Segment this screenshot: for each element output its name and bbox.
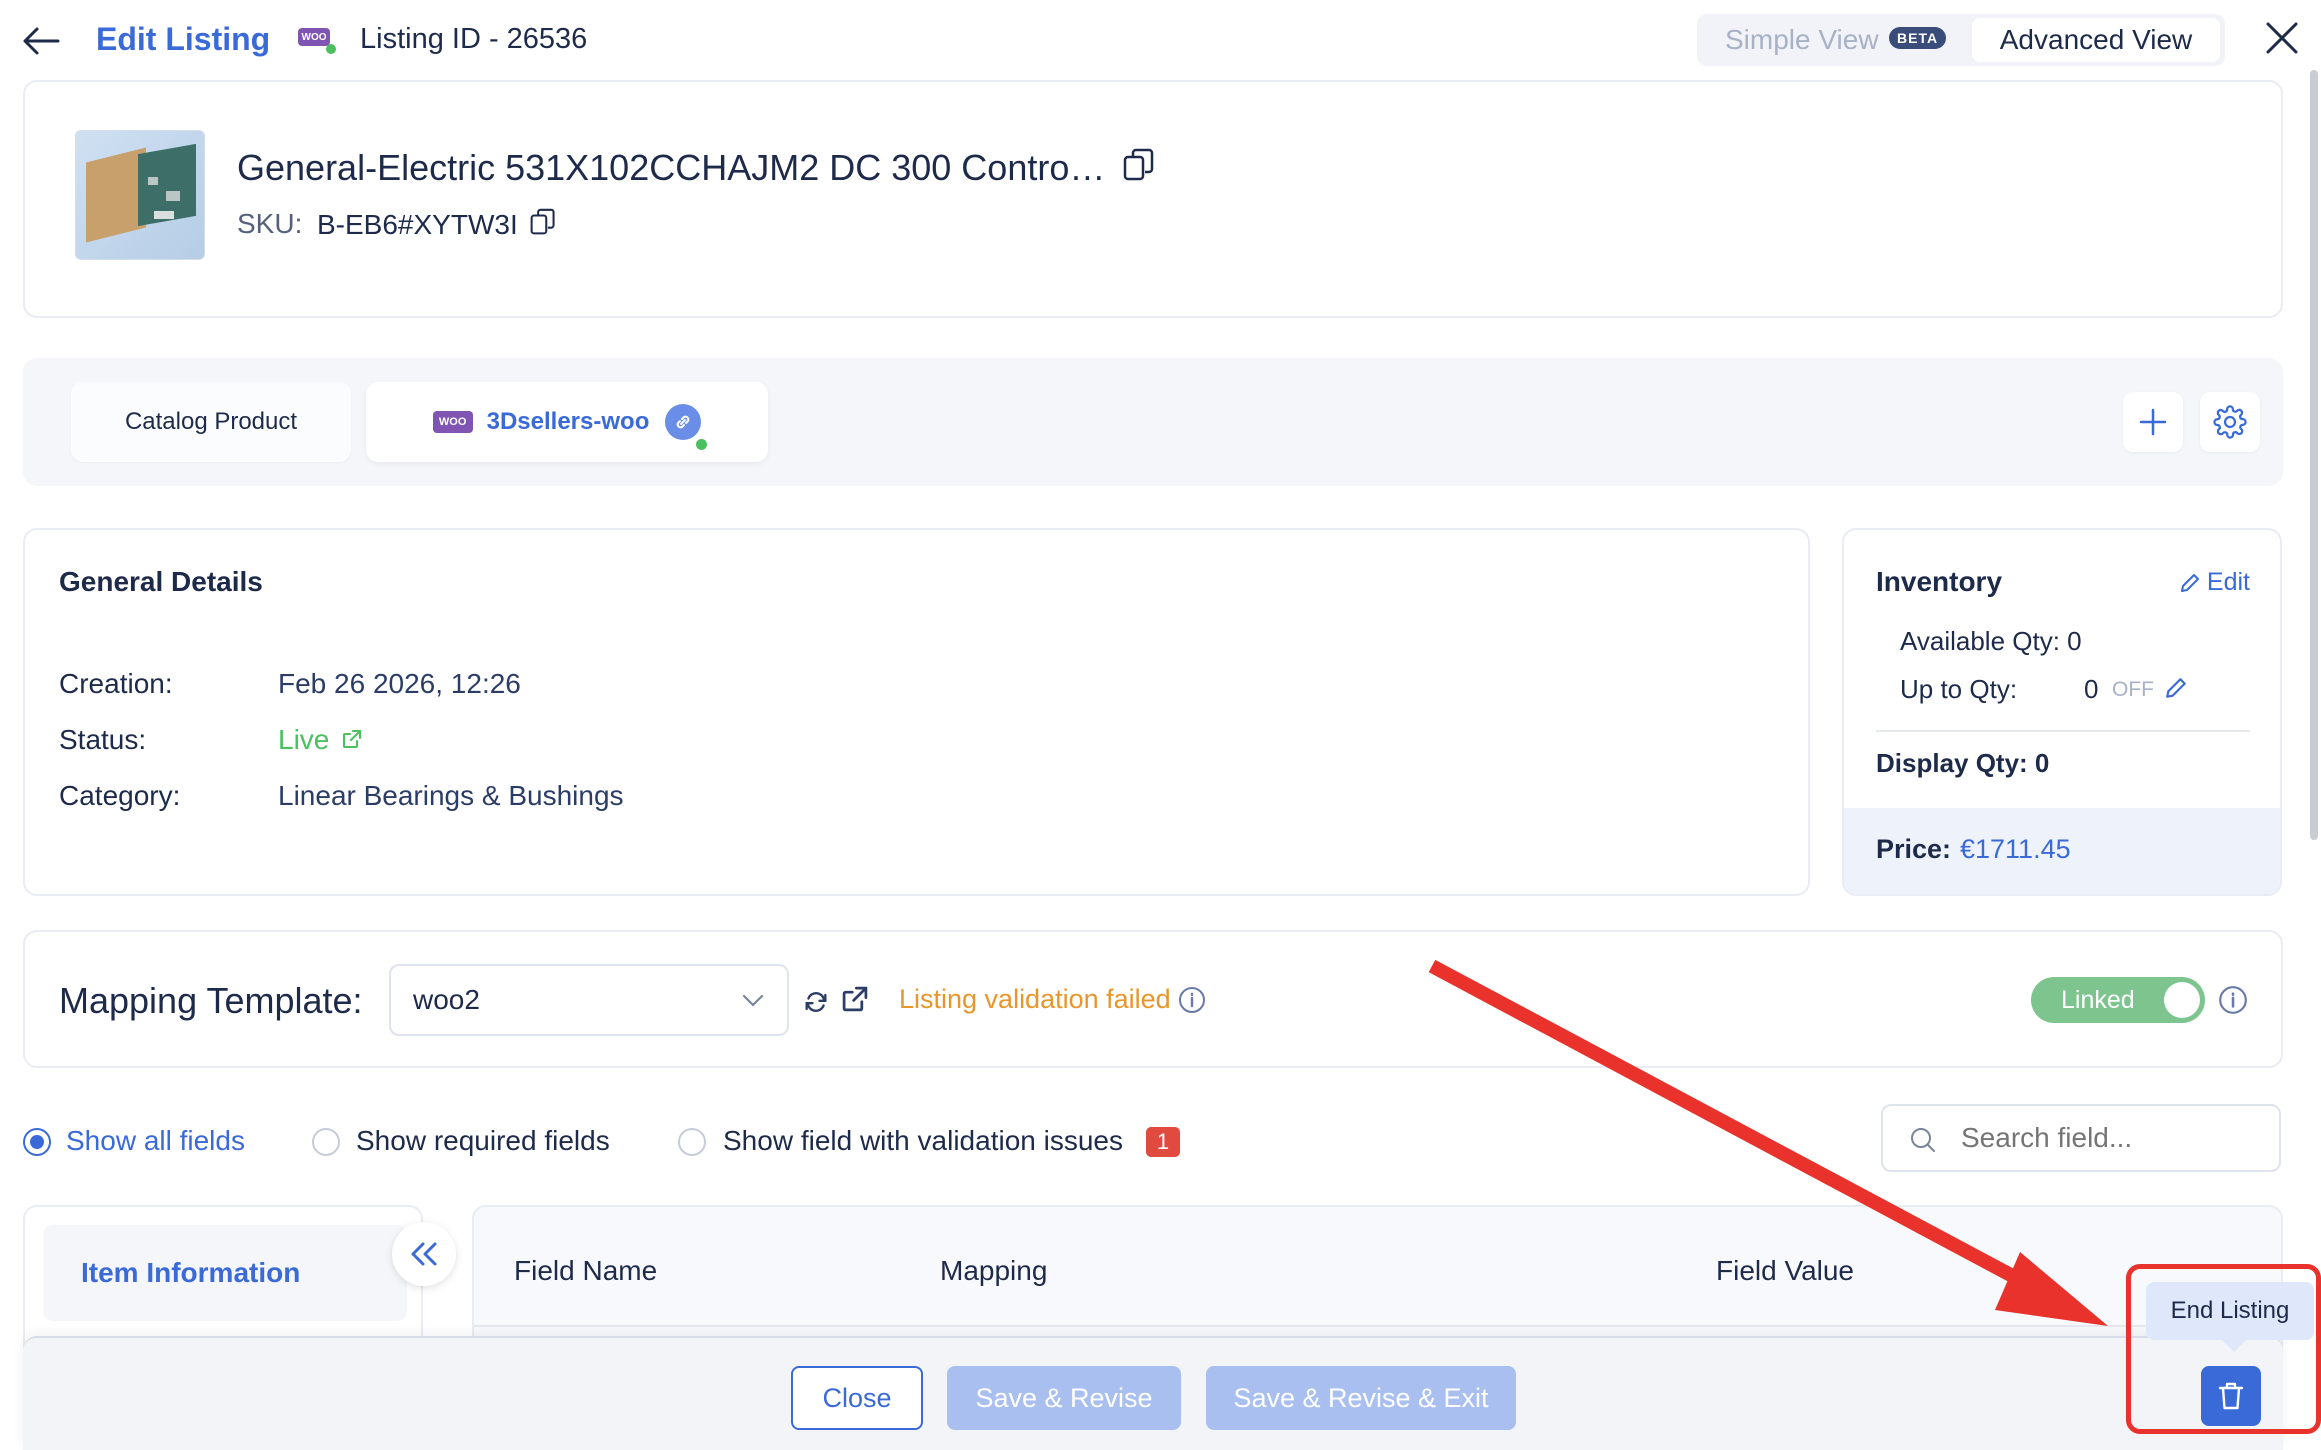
search-input[interactable] [1961,1118,2261,1158]
save-revise-exit-button[interactable]: Save & Revise & Exit [1206,1366,1516,1430]
header-bar: Edit Listing WOO Listing ID - 26536 Simp… [0,0,2321,80]
advanced-view-option[interactable]: Advanced View [1972,18,2220,62]
product-title: General-Electric 531X102CCHAJM2 DC 300 C… [237,146,1155,190]
validation-status: Listing validation failed [899,984,1207,1015]
mapping-template-value: woo2 [413,984,480,1015]
up-to-qty-label: Up to Qty: [1900,674,2018,704]
sku-value: B-EB6#XYTW3I [317,208,556,241]
show-validation-issues-radio[interactable] [678,1128,706,1156]
product-thumbnail [75,130,205,260]
double-chevron-left-icon [411,1242,437,1266]
tab-3dsellers-woo[interactable]: WOO 3Dsellers-woo [366,382,768,462]
link-icon[interactable] [665,404,708,450]
footer-actions-bar: Close Save & Revise Save & Revise & Exit [23,1336,2283,1450]
online-dot-icon [696,439,708,450]
chevron-down-icon [742,994,764,1007]
scrollbar[interactable] [2310,70,2318,840]
edit-up-to-pencil-icon[interactable] [2164,676,2188,700]
external-link-icon[interactable] [840,984,870,1014]
info-icon[interactable] [2217,984,2249,1016]
price-value: €1711.45 [1960,834,2071,864]
online-dot-icon [326,44,336,54]
show-all-fields-radio[interactable] [23,1128,51,1156]
external-link-icon[interactable] [341,728,363,750]
show-all-fields-label[interactable]: Show all fields [66,1125,245,1157]
gear-icon [2213,405,2247,439]
save-revise-button[interactable]: Save & Revise [947,1366,1181,1430]
inventory-card: Inventory Edit Available Qty: 0 Up to Qt… [1842,528,2282,896]
search-icon [1911,1128,1935,1152]
linked-toggle-label: Linked [2061,986,2135,1014]
plus-icon [2139,408,2167,436]
column-header-mapping: Mapping [940,1255,1048,1286]
show-required-fields-radio[interactable] [312,1128,340,1156]
category-value: Linear Bearings & Bushings [278,780,624,811]
product-card: General-Electric 531X102CCHAJM2 DC 300 C… [23,80,2283,318]
general-details-card: General Details Creation: Feb 26 2026, 1… [23,528,1810,896]
woo-icon: WOO [432,411,473,433]
refresh-icon[interactable] [802,988,830,1016]
mapping-template-card: Mapping Template: woo2 Listing validatio… [23,930,2283,1068]
show-required-fields-label[interactable]: Show required fields [356,1125,610,1157]
tab-label: Catalog Product [124,408,298,435]
column-header-field-name: Field Name [514,1255,658,1286]
toggle-knob [2164,982,2200,1018]
mapping-template-select[interactable]: woo2 [389,964,789,1036]
inventory-title: Inventory [1876,566,2003,597]
creation-value: Feb 26 2026, 12:26 [278,668,521,699]
display-qty: Display Qty: 0 [1876,748,2050,778]
available-qty: Available Qty: 0 [1900,626,2082,656]
sidebar-item-item-information[interactable]: Item Information [43,1225,407,1321]
copy-sku-icon[interactable] [530,208,556,236]
tab-label: 3Dsellers-woo [486,408,650,435]
settings-button[interactable] [2200,392,2260,452]
listing-id: Listing ID - 26536 [360,23,588,55]
page-title: Edit Listing [96,21,271,57]
category-label: Category: [59,780,181,811]
close-icon[interactable] [2258,14,2306,62]
pencil-icon [2180,573,2199,592]
view-toggle: Simple View BETA Advanced View [1697,14,2225,66]
channel-tabs-bar: Catalog Product WOO 3Dsellers-woo [23,358,2283,486]
sku-label: SKU: [237,208,303,239]
collapse-sidebar-button[interactable] [392,1222,456,1286]
validation-issues-count-badge: 1 [1146,1127,1180,1157]
up-to-qty-value: 0 [2084,674,2099,704]
simple-view-option[interactable]: Simple View [1725,24,1879,56]
annotation-highlight-box [2126,1264,2321,1434]
close-button[interactable]: Close [791,1366,923,1430]
linked-toggle[interactable]: Linked [2031,977,2205,1023]
beta-badge: BETA [1889,27,1947,49]
add-channel-button[interactable] [2123,392,2183,452]
general-details-title: General Details [59,566,263,597]
status-value[interactable]: Live [278,724,363,756]
divider [1876,730,2250,732]
divider [474,1325,2281,1327]
copy-icon[interactable] [1123,148,1155,182]
mapping-template-label: Mapping Template: [59,980,363,1021]
show-validation-issues-label[interactable]: Show field with validation issues [723,1125,1123,1157]
price-row: Price: €1711.45 [1844,808,2280,894]
creation-label: Creation: [59,668,173,699]
search-field[interactable] [1881,1104,2281,1172]
column-header-field-value: Field Value [1716,1255,1855,1286]
inventory-edit-button[interactable]: Edit [2179,568,2250,597]
back-arrow-icon[interactable] [18,18,64,64]
status-label: Status: [59,724,147,755]
tab-catalog-product[interactable]: Catalog Product [71,382,351,462]
woo-channel-icon: WOO [296,24,338,54]
info-icon[interactable] [1177,985,1207,1015]
up-to-qty-state: OFF [2112,678,2154,701]
price-label: Price: [1876,834,1952,864]
